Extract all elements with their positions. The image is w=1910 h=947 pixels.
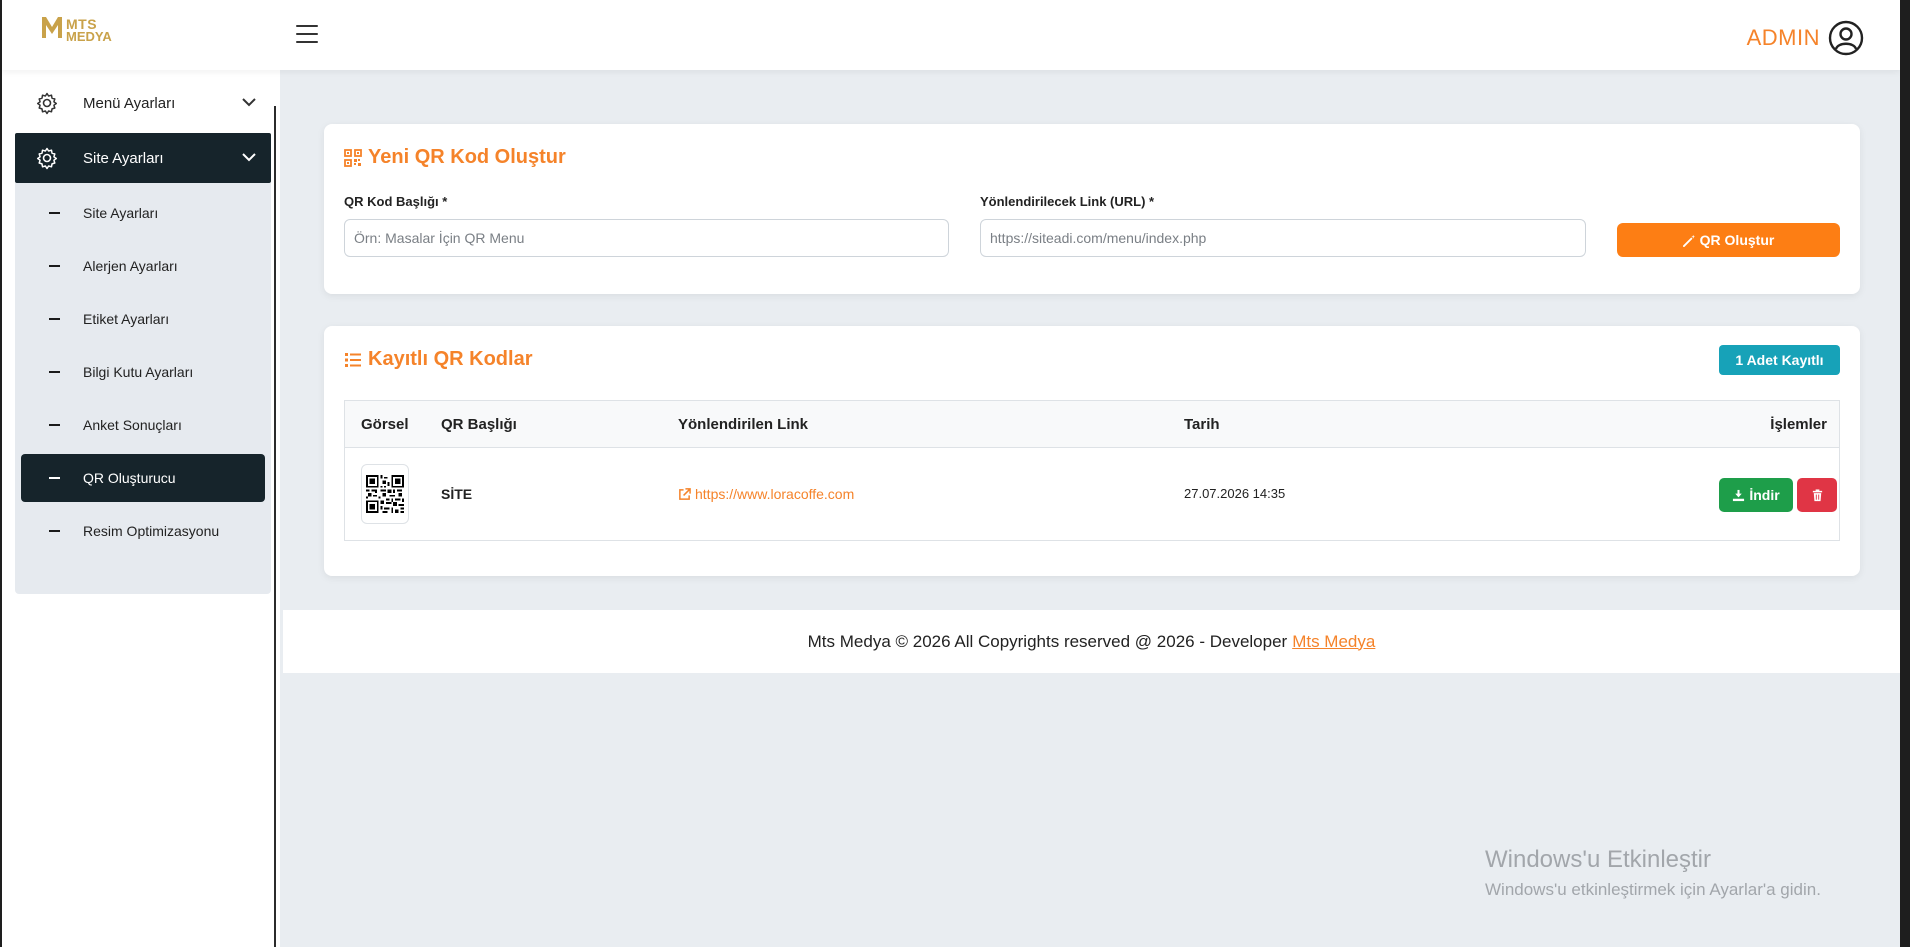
footer-text: Mts Medya © 2026 All Copyrights reserved… <box>807 631 1288 651</box>
sidebar-menu-site-settings[interactable]: Site Ayarları <box>15 133 271 183</box>
qr-url-input[interactable] <box>980 219 1586 257</box>
site-settings-submenu: Site Ayarları Alerjen Ayarları Etiket Ay… <box>15 183 271 594</box>
sidebar-item-label: Resim Optimizasyonu <box>83 523 220 539</box>
hamburger-line <box>296 33 318 35</box>
qr-row-date: 27.07.2026 14:35 <box>1184 486 1286 501</box>
qr-row-title: SİTE <box>441 486 473 502</box>
qr-row-link-text: https://www.loracoffe.com <box>695 486 855 502</box>
sidebar-item-site-settings[interactable]: Site Ayarları <box>21 189 265 237</box>
table-header: Görsel QR Başlığı Yönlendirilen Link Tar… <box>345 401 1839 448</box>
qr-row-link[interactable]: https://www.loracoffe.com <box>678 486 854 502</box>
create-qr-title-text: Yeni QR Kod Oluştur <box>368 146 566 168</box>
sidebar-item-tag-settings[interactable]: Etiket Ayarları <box>21 295 265 343</box>
column-header-title: QR Başlığı <box>441 416 517 433</box>
windows-activation-watermark: Windows'u Etkinleştir Windows'u etkinleş… <box>1485 846 1821 900</box>
user-label: ADMIN <box>1746 25 1820 50</box>
sidebar-item-label: Etiket Ayarları <box>83 311 170 327</box>
sidebar-item-allergen-settings[interactable]: Alerjen Ayarları <box>21 242 265 290</box>
footer-developer-link[interactable]: Mts Medya <box>1292 632 1375 652</box>
sidebar-menu-label: Menü Ayarları <box>83 94 176 112</box>
download-icon <box>1733 489 1745 501</box>
download-button-label: İndir <box>1749 487 1780 503</box>
create-qr-card: Yeni QR Kod Oluştur QR Kod Başlığı * Yön… <box>324 124 1860 294</box>
hamburger-line <box>296 41 318 43</box>
qr-url-label: Yönlendirilecek Link (URL) * <box>980 194 1155 209</box>
user-menu[interactable]: ADMIN <box>1747 20 1864 56</box>
column-header-image: Görsel <box>361 416 409 433</box>
brand-logo[interactable]: MTS MEDYA <box>40 14 120 56</box>
logo-line-2: MEDYA <box>66 29 112 44</box>
delete-button[interactable] <box>1797 478 1837 512</box>
dash-icon <box>49 318 60 320</box>
sidebar-menu-menu-settings[interactable]: Menü Ayarları <box>15 78 271 128</box>
qr-title-label: QR Kod Başlığı * <box>344 194 448 209</box>
logo-mark-icon <box>42 17 62 38</box>
dash-icon <box>49 371 60 373</box>
sidebar-item-survey-results[interactable]: Anket Sonuçları <box>21 401 265 449</box>
external-link-icon <box>679 487 691 500</box>
record-count-badge: 1 Adet Kayıtlı <box>1719 345 1840 375</box>
dash-icon <box>49 530 60 532</box>
sidebar-item-label: Site Ayarları <box>83 205 159 221</box>
download-button[interactable]: İndir <box>1719 478 1793 512</box>
qr-thumbnail[interactable] <box>361 464 409 524</box>
dash-icon <box>49 212 60 214</box>
window-border <box>1900 0 1910 947</box>
sidebar-scrollbar[interactable] <box>274 106 276 947</box>
hamburger-line <box>296 25 318 27</box>
sidebar-item-label: Anket Sonuçları <box>83 417 182 433</box>
table-row: SİTE https://www.loracoffe.com 27.07.202… <box>345 448 1839 541</box>
dash-icon <box>49 424 60 426</box>
app-window: MTS MEDYA ADMIN Menü Ayarları Site Ayarl… <box>2 0 1900 947</box>
gear-icon <box>36 92 58 115</box>
create-qr-title: Yeni QR Kod Oluştur <box>344 146 566 169</box>
dash-icon <box>49 477 60 479</box>
column-header-date: Tarih <box>1184 416 1220 433</box>
hamburger-icon[interactable] <box>296 25 318 43</box>
trash-icon <box>1812 488 1822 501</box>
footer: Mts Medya © 2026 All Copyrights reserved… <box>283 610 1900 673</box>
sidebar-menu-label: Site Ayarları <box>83 149 164 167</box>
qrcode-icon <box>344 148 362 167</box>
watermark-title: Windows'u Etkinleştir <box>1485 846 1711 873</box>
sidebar-item-label: Bilgi Kutu Ayarları <box>83 364 194 380</box>
dash-icon <box>49 265 60 267</box>
chevron-down-icon <box>242 98 256 107</box>
qrcode-image-icon <box>366 475 404 513</box>
saved-qr-card: Kayıtlı QR Kodlar 1 Adet Kayıtlı Görsel … <box>324 326 1860 576</box>
watermark-subtitle: Windows'u etkinleştirmek için Ayarlar'a … <box>1485 880 1821 899</box>
sidebar-item-label: Alerjen Ayarları <box>83 258 178 274</box>
sidebar-item-label: QR Oluşturucu <box>83 470 176 486</box>
saved-qr-title: Kayıtlı QR Kodlar <box>344 348 532 371</box>
sidebar-item-qr-generator[interactable]: QR Oluşturucu <box>21 454 265 502</box>
sidebar-item-image-optimization[interactable]: Resim Optimizasyonu <box>21 507 265 555</box>
qr-title-input[interactable] <box>344 219 949 257</box>
qr-table: Görsel QR Başlığı Yönlendirilen Link Tar… <box>344 400 1840 541</box>
saved-qr-title-text: Kayıtlı QR Kodlar <box>368 348 533 370</box>
sidebar: Menü Ayarları Site Ayarları Site Ayarlar… <box>2 70 280 947</box>
create-qr-button-label: QR Oluştur <box>1699 232 1775 248</box>
list-icon <box>345 352 361 367</box>
column-header-link: Yönlendirilen Link <box>678 416 809 433</box>
top-bar: MTS MEDYA ADMIN <box>2 0 1900 70</box>
column-header-actions: İşlemler <box>1770 416 1827 433</box>
gear-icon <box>36 147 58 170</box>
sidebar-item-info-box-settings[interactable]: Bilgi Kutu Ayarları <box>21 348 265 396</box>
user-circle-icon <box>1828 20 1864 56</box>
create-qr-button[interactable]: QR Oluştur <box>1617 223 1840 257</box>
chevron-down-icon <box>242 153 256 162</box>
magic-wand-icon <box>1682 234 1695 247</box>
